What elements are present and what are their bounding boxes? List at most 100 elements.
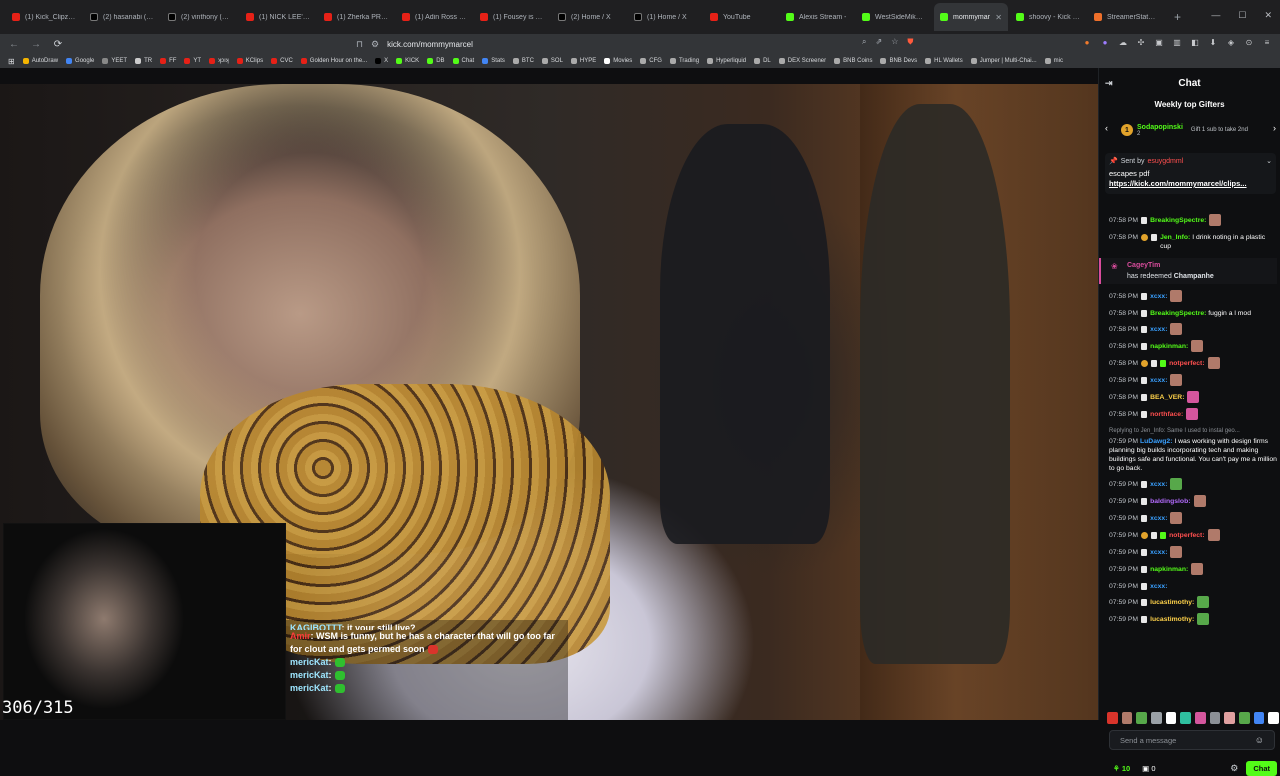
browser-tab[interactable]: YouTube <box>704 3 778 31</box>
bookmark-item[interactable]: TR <box>135 58 152 64</box>
chevron-down-icon[interactable]: ⌄ <box>1266 157 1272 165</box>
bookmark-item[interactable]: HYPE <box>570 58 596 64</box>
browser-tab[interactable]: (1) Kick_Clipz - YouT <box>6 3 82 31</box>
chat-username[interactable]: BreakingSpectre: <box>1150 310 1206 317</box>
redeem-user[interactable]: CageyTim <box>1127 260 1277 271</box>
quick-emote-icon[interactable] <box>1209 712 1221 724</box>
chat-username[interactable]: xcxx: <box>1150 583 1167 590</box>
download-icon[interactable]: ⬇ <box>1208 37 1218 47</box>
bookmark-item[interactable]: SOL <box>541 58 563 64</box>
minimize-icon[interactable]: — <box>1211 10 1220 21</box>
star-icon[interactable]: ☆ <box>891 37 898 47</box>
bookmark-item[interactable]: HL Wallets <box>925 58 963 64</box>
chevron-left-icon[interactable]: ‹ <box>1105 123 1108 133</box>
extension-puzzle-icon[interactable]: ✣ <box>1136 37 1146 47</box>
chat-username[interactable]: xcxx: <box>1150 481 1167 488</box>
chat-username[interactable]: xcxx: <box>1150 515 1167 522</box>
quick-emote-icon[interactable] <box>1107 712 1118 724</box>
bookmark-item[interactable]: mic <box>1044 58 1063 64</box>
gear-icon[interactable]: ⚙ <box>1230 763 1238 774</box>
browser-tab[interactable]: (1) Fousey is Back | <box>474 3 550 31</box>
browser-tab[interactable]: WestSideMike Strea <box>856 3 932 31</box>
browser-tab[interactable]: StreamerStats - shoo <box>1088 3 1164 31</box>
forward-icon[interactable]: → <box>28 39 44 50</box>
bookmark-item[interactable]: Google <box>66 58 94 64</box>
extension-purple-icon[interactable]: ● <box>1100 37 1110 47</box>
bookmark-item[interactable]: Jumper | Multi-Chai... <box>970 58 1037 64</box>
extension-cloud-icon[interactable]: ☁ <box>1118 37 1128 47</box>
quick-emote-icon[interactable] <box>1121 712 1133 724</box>
close-tab-icon[interactable]: ✕ <box>995 13 1002 22</box>
bookmark-item[interactable]: FF <box>160 58 176 64</box>
bookmark-item[interactable]: Hyperliquid <box>707 58 746 64</box>
url-bar[interactable]: ⊓ ⚙ kick.com/mommymarcel <box>356 36 914 52</box>
browser-tab[interactable]: (2) hasanabi (@hasan <box>84 3 160 31</box>
bookmark-item[interactable]: Stats <box>482 58 505 64</box>
bookmark-item[interactable]: BNB Coins <box>834 58 872 64</box>
bookmark-item[interactable]: CVC <box>271 58 293 64</box>
apps-grid-icon[interactable]: ⊞ <box>8 57 15 66</box>
send-chat-button[interactable]: Chat <box>1246 760 1277 776</box>
brave-shield-icon[interactable]: ⛊ <box>907 37 913 47</box>
chat-input[interactable]: Send a message ☺ <box>1109 730 1275 750</box>
bookmark-item[interactable]: ʞɔıʞ <box>209 58 229 64</box>
subs-count[interactable]: ▣ 0 <box>1142 764 1155 773</box>
bookmark-item[interactable]: BTC <box>512 58 534 64</box>
emoji-icon[interactable]: ☺ <box>1255 735 1264 745</box>
vpn-icon[interactable]: ⊙ <box>1244 37 1254 47</box>
chat-username[interactable]: baldingslob: <box>1150 498 1190 505</box>
chat-username[interactable]: northface: <box>1150 411 1183 418</box>
chat-username[interactable]: xcxx: <box>1150 549 1167 556</box>
chat-username[interactable]: xcxx: <box>1150 326 1167 333</box>
sidebar-toggle-icon[interactable]: ▥ <box>1172 37 1182 47</box>
browser-tab[interactable]: shoovy - Kick Stats <box>1010 3 1086 31</box>
panel-icon[interactable]: ◧ <box>1190 37 1200 47</box>
chat-username[interactable]: napkinman: <box>1150 566 1188 573</box>
bookmark-item[interactable]: X <box>375 58 388 64</box>
browser-tab[interactable]: (1) Home / X <box>628 3 702 31</box>
quick-emote-icon[interactable] <box>1224 712 1236 724</box>
quick-emote-icon[interactable] <box>1136 712 1148 724</box>
bookmark-item[interactable]: Golden Hour on the... <box>300 58 367 64</box>
reload-icon[interactable]: ⟳ <box>50 39 66 50</box>
bookmark-item[interactable]: KClips <box>236 58 263 64</box>
chat-username[interactable]: notperfect: <box>1169 360 1205 367</box>
bookmark-item[interactable]: KICK <box>396 58 419 64</box>
extension-fox-icon[interactable]: ● <box>1082 37 1092 47</box>
browser-tab[interactable]: (1) Adin Ross Reacts <box>396 3 472 31</box>
bookmark-item[interactable]: Chat <box>452 58 474 64</box>
chat-username[interactable]: lucastimothy: <box>1150 616 1194 623</box>
pinned-link[interactable]: https://kick.com/mommymarcel/clips... <box>1109 179 1272 188</box>
gifter-name[interactable]: Sodapopinski <box>1137 124 1183 131</box>
close-window-icon[interactable]: ✕ <box>1264 10 1272 21</box>
site-settings-icon[interactable]: ⚙ <box>371 39 379 50</box>
zoom-icon[interactable]: ⌕ <box>862 37 866 47</box>
chat-username[interactable]: lucastimothy: <box>1150 599 1194 606</box>
browser-tab[interactable]: (2) Home / X <box>552 3 626 31</box>
quick-emote-icon[interactable] <box>1268 712 1280 724</box>
bookmark-item[interactable]: AutoDraw <box>22 58 58 64</box>
browser-tab[interactable]: Alexis Stream - <box>780 3 854 31</box>
collapse-chat-icon[interactable]: ⇥ <box>1105 78 1113 89</box>
bookmark-item[interactable]: Movies <box>604 58 632 64</box>
bookmark-icon[interactable]: ⊓ <box>356 39 363 50</box>
quick-emote-icon[interactable] <box>1180 712 1192 724</box>
quick-emote-icon[interactable] <box>1151 712 1162 724</box>
chat-username[interactable]: napkinman: <box>1150 343 1188 350</box>
pinned-sender[interactable]: esuygdmml <box>1147 158 1183 165</box>
quick-emote-icon[interactable] <box>1195 712 1206 724</box>
menu-icon[interactable]: ≡ <box>1262 37 1272 47</box>
quick-emote-icon[interactable] <box>1165 712 1177 724</box>
wallet-icon[interactable]: ◈ <box>1226 37 1236 47</box>
bookmark-item[interactable]: YT <box>184 58 201 64</box>
points-count[interactable]: ⚘ 10 <box>1113 764 1130 773</box>
bookmark-item[interactable]: BNB Devs <box>880 58 917 64</box>
chat-username[interactable]: LuDawg2: <box>1140 438 1172 445</box>
maximize-icon[interactable]: ☐ <box>1238 10 1246 21</box>
quick-emote-icon[interactable] <box>1239 712 1250 724</box>
bookmark-item[interactable]: DEX Screener <box>778 58 826 64</box>
bookmark-item[interactable]: DB <box>427 58 445 64</box>
bookmark-item[interactable]: YEET <box>102 58 127 64</box>
chat-username[interactable]: notperfect: <box>1169 532 1205 539</box>
chat-username[interactable]: xcxx: <box>1150 377 1167 384</box>
